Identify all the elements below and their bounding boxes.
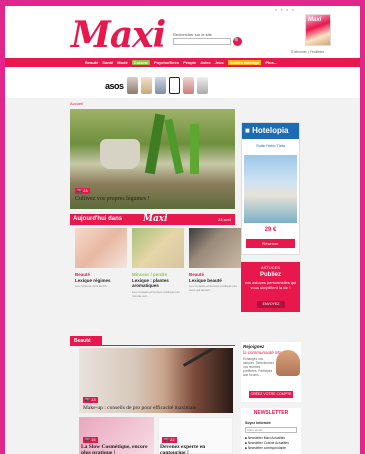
article-title[interactable]: Lexique beauté (189, 278, 222, 283)
beaute-tab[interactable]: Beauté (70, 336, 102, 346)
photo-count: 13 (91, 397, 96, 402)
community-box: Rejoignez la communauté Maxi Échangez vo… (241, 342, 301, 402)
send-button[interactable]: ENVOYEZ (257, 301, 285, 308)
today-date: 23 avril (218, 217, 231, 222)
leaf-shape (144, 113, 166, 175)
hotel-image (244, 155, 297, 223)
hotel-price: 29 € (264, 227, 277, 233)
newsletter-label: Soyez informée (245, 421, 271, 425)
newsletter-option[interactable]: ■ Newsletter correspondante (245, 446, 286, 450)
reserve-button[interactable]: Réserver (246, 239, 295, 248)
photo-count-badge: 📷 16 (83, 437, 98, 443)
photo-count-badge: 📷 13 (83, 397, 98, 403)
article-title[interactable]: Lexique : plantes aromatiques (132, 278, 184, 288)
beaute-caption[interactable]: Make-up : conseils de pro pour efficacit… (83, 405, 196, 411)
article-card-image[interactable] (132, 228, 184, 268)
article-title[interactable]: Devenez experte en contouring ! (160, 444, 232, 454)
newsletter-option-label: Newsletter correspondante (247, 446, 286, 450)
hero-caption[interactable]: Cultivez vos propres légumes ! (75, 196, 150, 202)
newsletter-option-label: Newsletter Maxi Actualités (247, 436, 286, 440)
article-category[interactable]: Beauté (189, 272, 204, 277)
article-title[interactable]: La Slow Cosmétique, encore plus pratique… (81, 444, 153, 454)
hotelopia-brand: Hotelopia (252, 126, 289, 135)
create-account-button[interactable]: CRÉEZ VOTRE COMPTE (249, 391, 293, 398)
article-desc: Les conseils et bonnes pratiques de ceux… (189, 284, 237, 292)
photo-count: 23 (83, 188, 88, 193)
article-desc: Les conseils et bonnes pratiques du mond… (132, 290, 180, 298)
leaf-shape (164, 118, 184, 175)
newsletter-title: NEWSLETTER (253, 410, 289, 416)
leaf-shape (190, 124, 199, 174)
hotel-name: Suite Hotel Tirila (255, 143, 286, 148)
newsletter-option[interactable]: ■ Newsletter Cuisine Actualités (245, 441, 289, 445)
article-category[interactable]: Beauté (75, 272, 90, 277)
community-photo (276, 350, 300, 376)
newsletter-box: NEWSLETTER Soyez informée Votre email ■ … (241, 408, 301, 454)
hotelopia-ad[interactable]: ■ Hotelopia Suite Hotel Tirila 29 € Rése… (241, 122, 300, 255)
hotelopia-logo: ■ Hotelopia (242, 123, 299, 139)
newsletter-option[interactable]: ■ Newsletter Maxi Actualités (245, 436, 285, 440)
hero-image[interactable] (70, 109, 235, 209)
community-line1: Rejoignez (243, 344, 265, 349)
beaute-hero-image[interactable] (79, 348, 233, 413)
newsletter-email-input[interactable]: Votre email (245, 427, 297, 433)
astuces-headline: Publiez (259, 272, 281, 278)
newsletter-option-label: Newsletter Cuisine Actualités (247, 441, 289, 445)
photo-count: 22 (170, 437, 175, 442)
article-category[interactable]: Minceur / perdre (132, 272, 167, 277)
article-card-image[interactable] (189, 228, 241, 268)
community-text: Échangez vos astuces, Sélectionnez vos r… (243, 357, 275, 377)
astuces-text: vos astuces personnelles qui vous simpli… (244, 280, 297, 290)
today-brand: Maxi (143, 214, 168, 224)
astuces-box: ASTUCES Publiez vos astuces personnelles… (241, 262, 300, 312)
astuces-label: ASTUCES (261, 265, 280, 270)
article-card-image[interactable] (75, 228, 127, 268)
article-title[interactable]: Lexique régimes (75, 278, 111, 283)
photo-count-badge: 📷 22 (162, 437, 177, 443)
photo-count-badge: 📷 23 (75, 188, 90, 194)
today-header: Aujourd'hui dans Maxi 23 avril (70, 214, 235, 225)
photo-count: 16 (91, 437, 96, 442)
article-desc: Les rythmes du 9 au 15... (75, 284, 109, 288)
breadcrumb[interactable]: Accueil (70, 101, 83, 106)
watering-can-shape (100, 139, 140, 169)
today-prefix: Aujourd'hui dans (73, 216, 123, 222)
brush-shape (182, 348, 220, 367)
